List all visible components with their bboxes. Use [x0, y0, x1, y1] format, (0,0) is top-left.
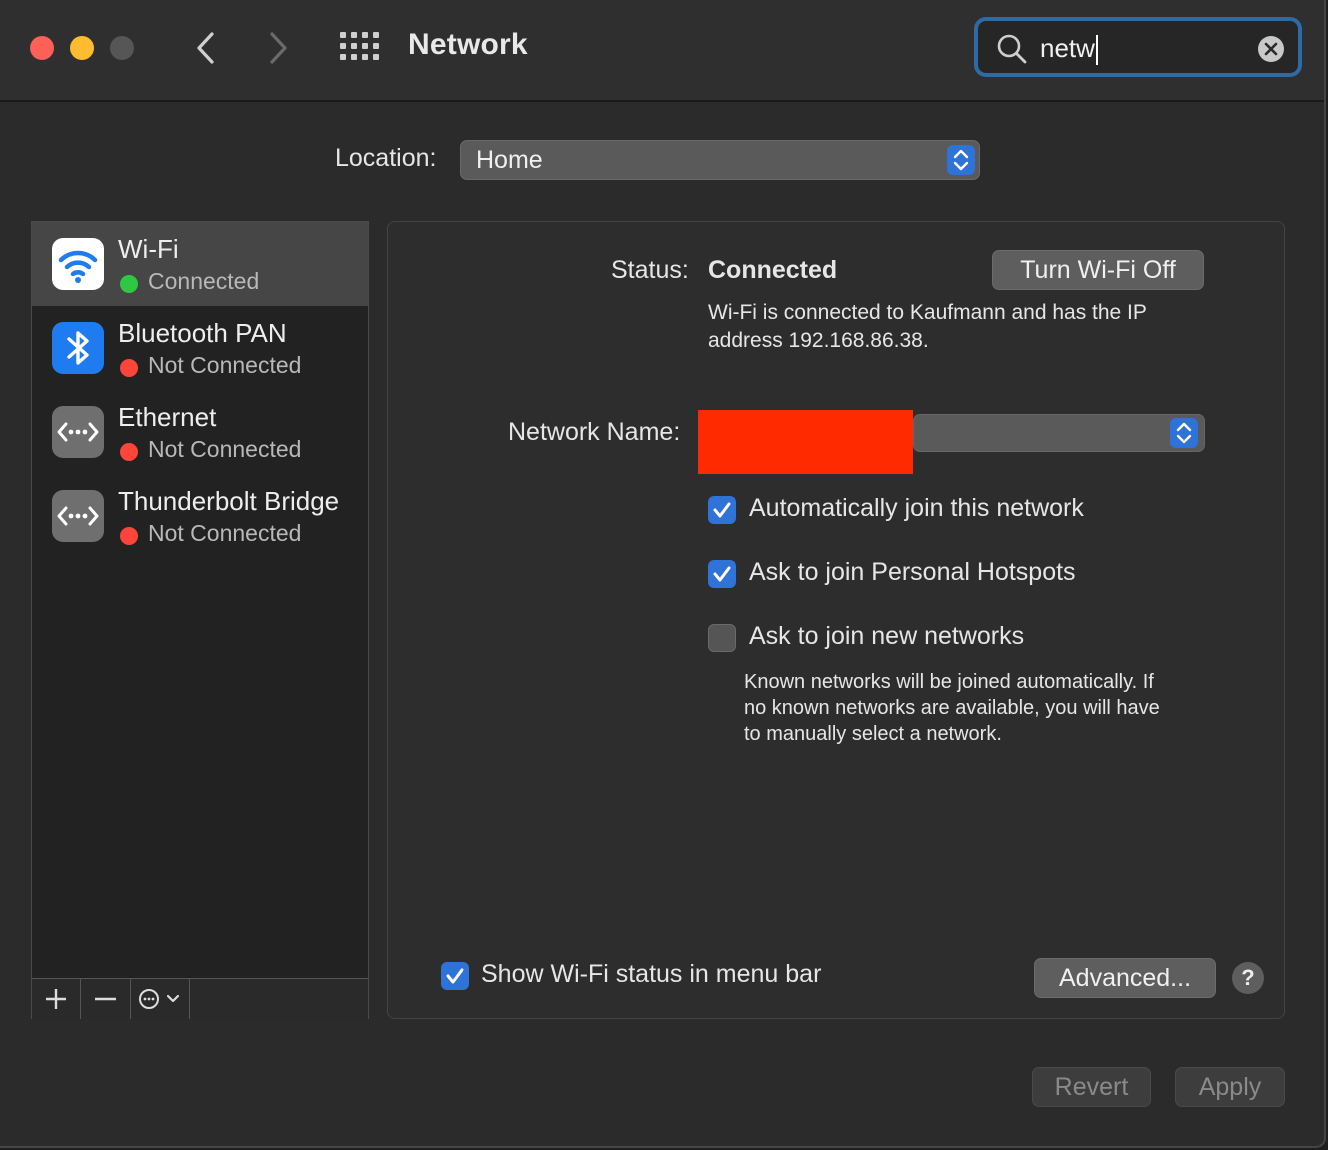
status-dot: [120, 359, 138, 377]
auto-join-label[interactable]: Automatically join this network: [749, 494, 1084, 523]
location-value: Home: [476, 146, 543, 174]
service-name: Wi-Fi: [118, 234, 179, 264]
service-status: Not Connected: [148, 520, 302, 546]
revert-button[interactable]: Revert: [1032, 1067, 1151, 1107]
new-networks-note: Known networks will be joined automatica…: [744, 669, 1160, 747]
plus-icon: [46, 989, 66, 1009]
service-status: Not Connected: [148, 352, 302, 378]
bluetooth-icon: [52, 322, 104, 374]
help-button[interactable]: ?: [1232, 962, 1264, 994]
status-dot: [120, 275, 138, 293]
thunderbolt-bridge-icon: [52, 490, 104, 542]
forward-button[interactable]: [264, 28, 294, 68]
checkmark-icon: [713, 502, 731, 518]
wifi-detail-panel: Status: Connected Turn Wi-Fi Off Wi-Fi i…: [387, 221, 1285, 1019]
show-all-grid-icon[interactable]: [340, 32, 380, 64]
status-dot: [120, 527, 138, 545]
back-button[interactable]: [190, 28, 220, 68]
network-stepper-icon: [1170, 418, 1198, 448]
clear-search-button[interactable]: [1258, 36, 1284, 62]
personal-hotspots-label[interactable]: Ask to join Personal Hotspots: [749, 558, 1076, 587]
service-actions-menu[interactable]: [131, 979, 190, 1019]
redacted-network-name: [698, 410, 913, 474]
show-wifi-status-checkbox[interactable]: [441, 962, 469, 990]
note-line: Known networks will be joined automatica…: [744, 671, 1154, 693]
clear-icon: [1264, 42, 1278, 56]
wifi-icon: [52, 238, 104, 290]
zoom-window-button[interactable]: [110, 36, 134, 60]
status-description-line: address 192.168.86.38.: [708, 329, 929, 352]
search-input[interactable]: [1040, 29, 1240, 67]
new-networks-checkbox[interactable]: [708, 624, 736, 652]
checkmark-icon: [446, 968, 464, 984]
status-description-line: Wi-Fi is connected to Kaufmann and has t…: [708, 301, 1147, 324]
minus-icon: [95, 997, 116, 1001]
status-label: Status:: [611, 256, 689, 284]
service-thunderbolt-bridge[interactable]: Thunderbolt Bridge Not Connected: [32, 474, 368, 558]
add-service-button[interactable]: [32, 979, 81, 1019]
apply-button[interactable]: Apply: [1175, 1067, 1285, 1107]
network-preferences-window: Network Location: Home: [0, 0, 1326, 1148]
service-bluetooth-pan[interactable]: Bluetooth PAN Not Connected: [32, 306, 368, 390]
service-name: Bluetooth PAN: [118, 318, 287, 348]
service-status: Not Connected: [148, 436, 302, 462]
title-bar: Network: [0, 0, 1324, 102]
new-networks-label[interactable]: Ask to join new networks: [749, 622, 1024, 651]
search-icon: [997, 34, 1027, 64]
note-line: no known networks are available, you wil…: [744, 697, 1160, 719]
text-caret: [1096, 35, 1098, 65]
status-description: Wi-Fi is connected to Kaufmann and has t…: [708, 299, 1147, 355]
service-wifi[interactable]: Wi-Fi Connected: [32, 222, 368, 306]
location-label: Location:: [335, 144, 437, 172]
status-value: Connected: [708, 256, 838, 284]
search-field[interactable]: [974, 17, 1302, 77]
remove-service-button[interactable]: [81, 979, 131, 1019]
note-line: to manually select a network.: [744, 723, 1002, 745]
service-ethernet[interactable]: Ethernet Not Connected: [32, 390, 368, 474]
minimize-window-button[interactable]: [70, 36, 94, 60]
network-name-label: Network Name:: [508, 418, 681, 446]
network-name-select[interactable]: [913, 414, 1205, 452]
close-window-button[interactable]: [30, 36, 54, 60]
checkmark-icon: [713, 566, 731, 582]
service-name: Thunderbolt Bridge: [118, 486, 340, 516]
advanced-button[interactable]: Advanced...: [1034, 958, 1216, 998]
show-wifi-status-label[interactable]: Show Wi-Fi status in menu bar: [481, 960, 821, 989]
service-list: Wi-Fi Connected Bluetooth PAN Not Connec…: [31, 221, 369, 1019]
service-status: Connected: [148, 268, 260, 294]
auto-join-checkbox[interactable]: [708, 496, 736, 524]
location-select[interactable]: Home: [460, 140, 980, 180]
service-list-toolbar: [32, 978, 368, 1019]
chevron-right-icon: [270, 32, 287, 64]
service-name: Ethernet: [118, 402, 217, 432]
window-title: Network: [408, 28, 528, 61]
turn-wifi-off-button[interactable]: Turn Wi-Fi Off: [992, 250, 1204, 290]
personal-hotspots-checkbox[interactable]: [708, 560, 736, 588]
action-menu-icon: [139, 989, 180, 1009]
status-dot: [120, 443, 138, 461]
location-stepper-icon: [947, 145, 975, 175]
ethernet-icon: [52, 406, 104, 458]
chevron-left-icon: [197, 32, 214, 64]
